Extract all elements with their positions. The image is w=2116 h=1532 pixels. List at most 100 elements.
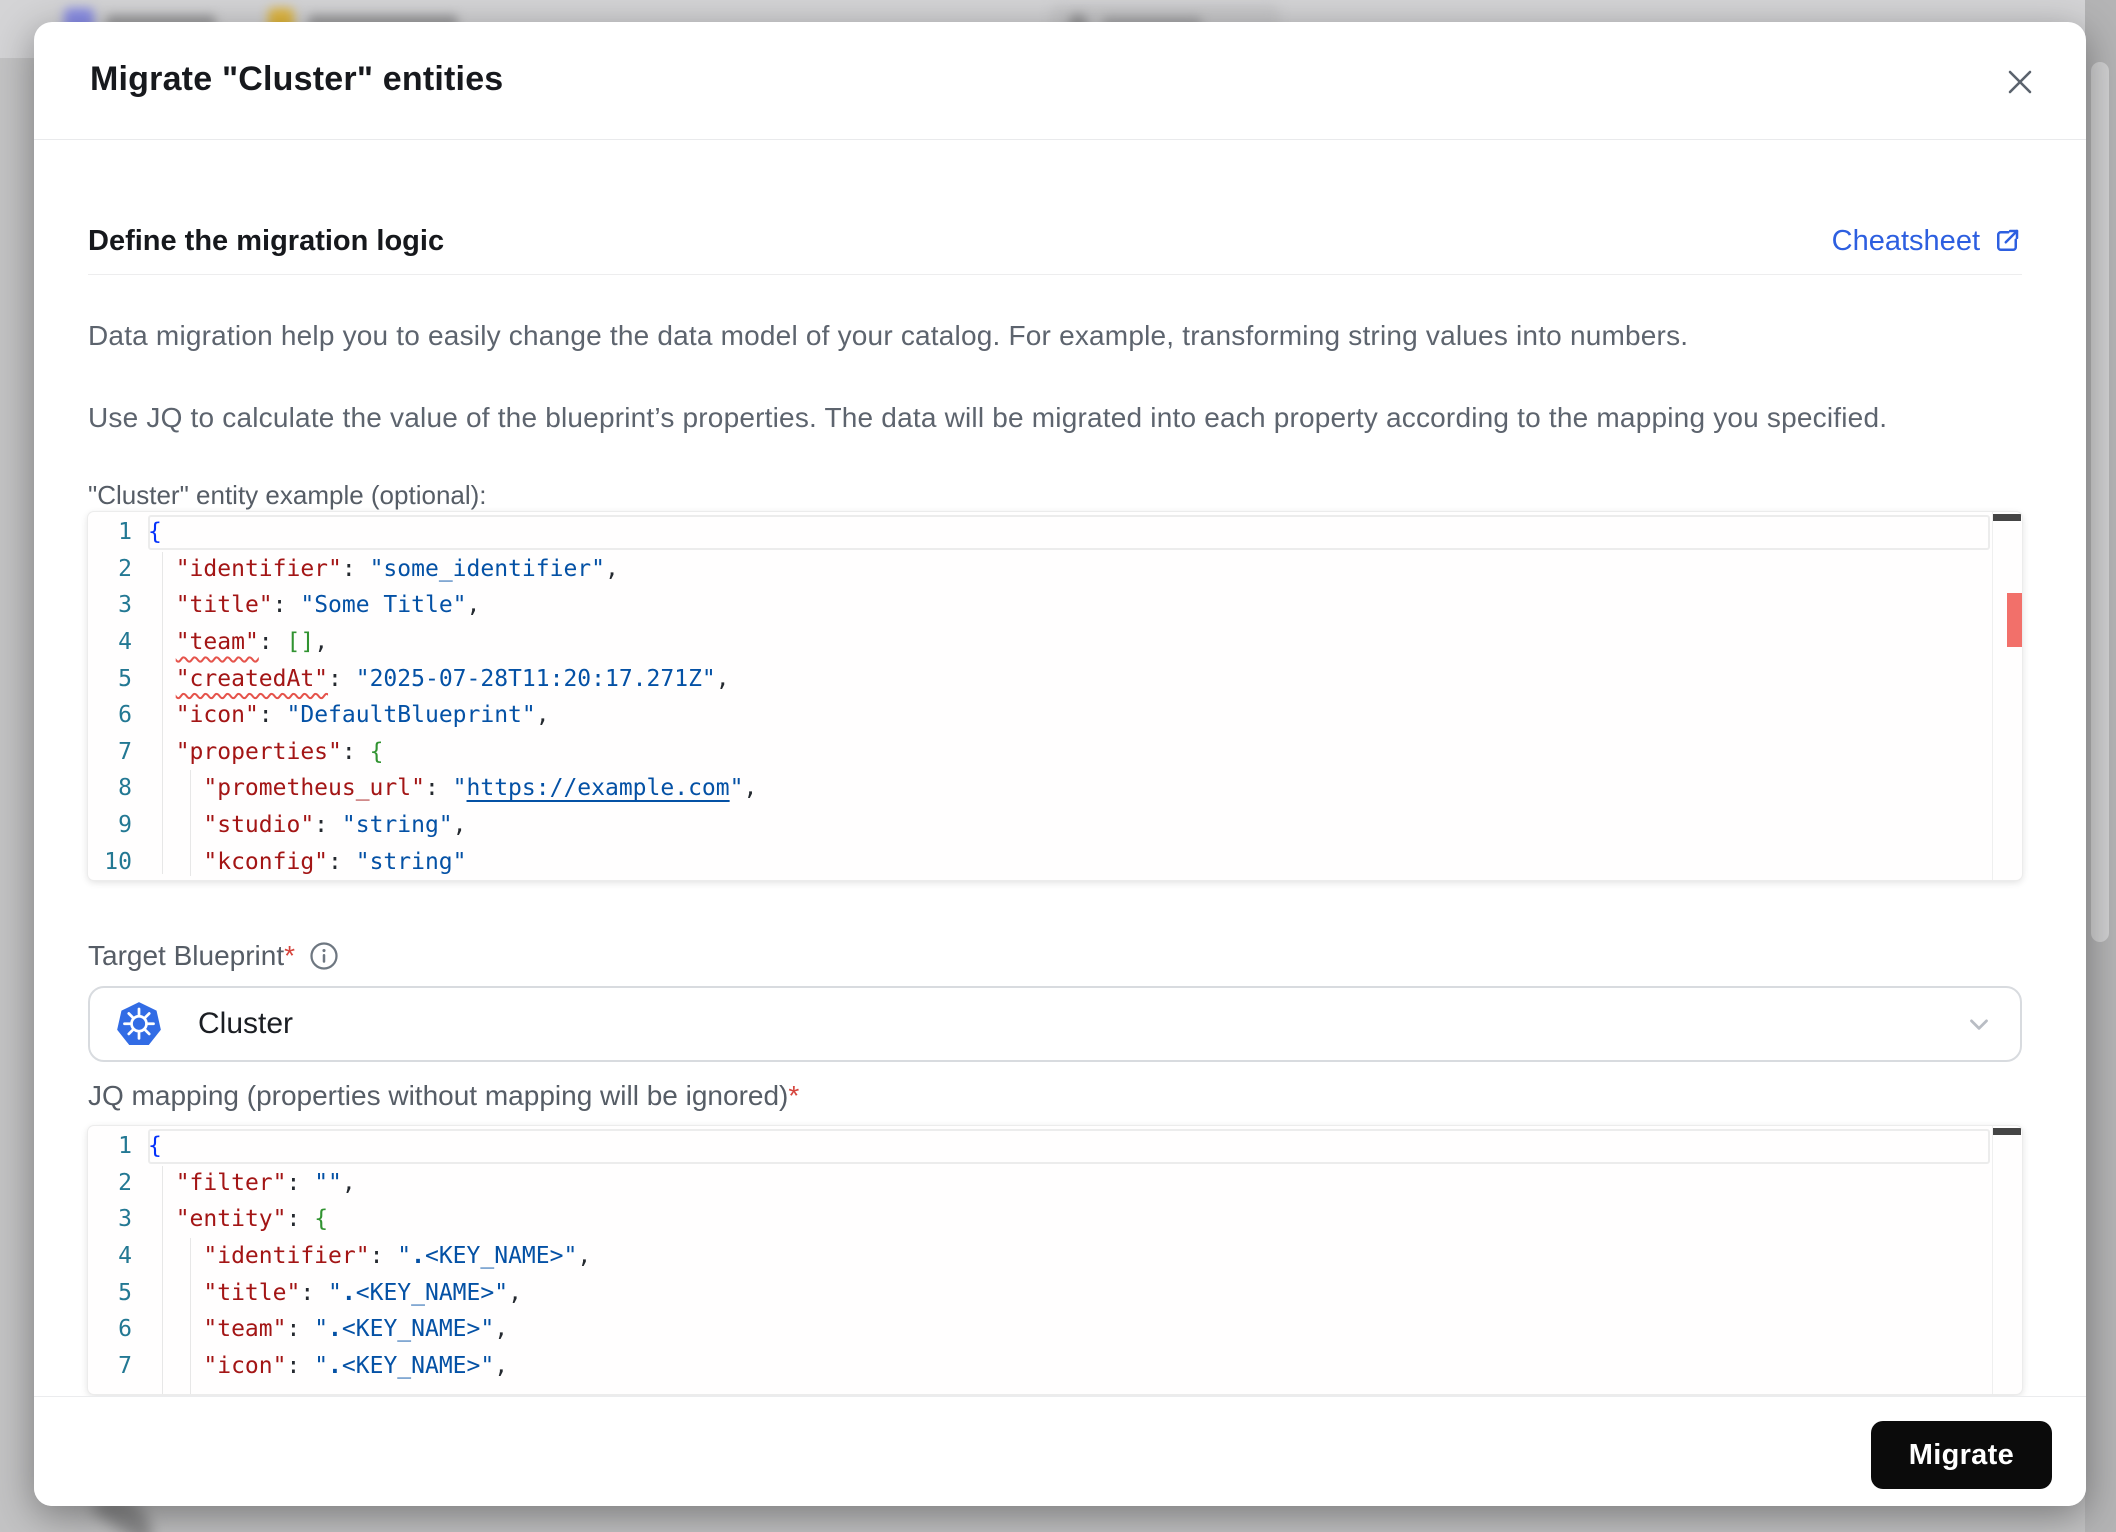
editor-scrollbar-thumb[interactable]	[1993, 1128, 2021, 1135]
line-number: 6	[118, 1316, 132, 1343]
close-button[interactable]	[2000, 62, 2040, 102]
line-number: 3	[118, 1206, 132, 1233]
code-token: .	[328, 1316, 342, 1343]
code-token: "	[314, 1316, 329, 1343]
line-number: 9	[118, 812, 132, 839]
line-number: 2	[118, 1169, 132, 1196]
header-divider	[34, 139, 2086, 140]
required-asterisk: *	[788, 1080, 800, 1111]
code-text: {	[148, 1133, 1992, 1159]
code-text: "icon": ".<KEY_NAME>",	[148, 1353, 1992, 1379]
indent-guide	[190, 770, 191, 876]
jq-mapping-label-text: JQ mapping (properties without mapping w…	[88, 1080, 789, 1111]
line-number: 6	[118, 702, 132, 729]
target-blueprint-select[interactable]: Cluster	[88, 986, 2022, 1062]
code-text: "identifier": ".<KEY_NAME>",	[148, 1243, 1992, 1269]
code-token: "identifier"	[175, 555, 342, 582]
code-token: ,	[535, 702, 550, 729]
code-line: 7 "properties": {	[88, 734, 1992, 771]
code-token: "string"	[355, 848, 467, 875]
migrate-button[interactable]: Migrate	[1870, 1421, 2052, 1489]
line-number: 2	[118, 555, 132, 582]
code-token: {	[148, 1133, 162, 1160]
line-number: 5	[118, 665, 132, 692]
code-token: :	[328, 848, 356, 875]
code-token: "title"	[175, 592, 273, 619]
code-line: 5 "createdAt": "2025-07-28T11:20:17.271Z…	[88, 660, 1992, 697]
line-number: 4	[118, 629, 132, 656]
code-token: :	[272, 592, 301, 619]
code-text: "createdAt": "2025-07-28T11:20:17.271Z",	[148, 666, 1992, 692]
code-token: :	[300, 1279, 329, 1306]
code-token: ,	[494, 1352, 509, 1379]
overview-ruler-divider	[1992, 1126, 1993, 1394]
code-token: "	[729, 775, 744, 802]
line-number: 1	[118, 1133, 132, 1160]
code-token: :	[424, 775, 453, 802]
chevron-down-icon	[1970, 1019, 1988, 1030]
code-text: "kconfig": "string"	[148, 849, 1992, 875]
jq-mapping-editor[interactable]: 1{2 "filter": "", 3 "entity": {4 "identif…	[88, 1126, 2022, 1394]
code-token: {	[148, 519, 162, 546]
code-token: "studio"	[203, 812, 315, 839]
code-text: "icon": "DefaultBlueprint",	[148, 702, 1992, 728]
code-token: "	[328, 1279, 342, 1306]
code-token: "entity"	[175, 1206, 287, 1233]
code-token: "createdAt"	[175, 665, 329, 692]
code-line: 6 "icon": "DefaultBlueprint",	[88, 697, 1992, 734]
code-line: 1{	[88, 514, 1992, 551]
code-token: :	[286, 1169, 315, 1196]
code-token: ,	[314, 629, 329, 656]
line-number: 10	[104, 848, 132, 875]
page-scrollbar-thumb[interactable]	[2091, 62, 2109, 942]
target-blueprint-value: Cluster	[198, 1007, 294, 1040]
editor-scrollbar-thumb[interactable]	[1993, 514, 2021, 521]
indent-guide	[162, 552, 163, 874]
code-line: 4 "identifier": ".<KEY_NAME>",	[88, 1238, 1992, 1275]
section-heading: Define the migration logic	[88, 224, 445, 257]
code-token: "icon"	[175, 702, 259, 729]
code-line: 6 "team": ".<KEY_NAME>",	[88, 1311, 1992, 1348]
cheatsheet-link[interactable]: Cheatsheet	[1832, 225, 2022, 258]
close-icon	[2008, 70, 2032, 94]
code-token: :	[258, 629, 287, 656]
code-token: "team"	[203, 1316, 287, 1343]
target-blueprint-label: Target Blueprint*	[88, 940, 339, 972]
code-token: "	[452, 775, 467, 802]
code-line: 2 "identifier": "some_identifier",	[88, 551, 1992, 588]
code-token: "icon"	[203, 1352, 287, 1379]
cheatsheet-label: Cheatsheet	[1831, 224, 1980, 257]
line-number: 7	[118, 1352, 132, 1379]
info-icon[interactable]	[309, 941, 339, 971]
code-token: .	[411, 1243, 425, 1270]
dialog-footer: Migrate	[34, 1396, 2086, 1506]
code-token: ,	[604, 555, 619, 582]
code-token: ,	[508, 1279, 522, 1306]
code-token: <KEY_NAME>"	[341, 1316, 495, 1343]
overview-ruler-divider	[1992, 512, 1993, 880]
code-line: 3 "entity": {	[88, 1201, 1992, 1238]
code-text: "entity": {	[148, 1206, 1992, 1232]
code-line: 10 "kconfig": "string"	[88, 843, 1992, 880]
indent-guide	[190, 1238, 191, 1394]
code-token: :	[314, 812, 342, 839]
code-token: "properties"	[175, 738, 342, 765]
code-token: "kconfig"	[203, 848, 329, 875]
code-text: "team": [],	[148, 629, 1992, 655]
line-number: 4	[118, 1243, 132, 1270]
code-token: <KEY_NAME>"	[424, 1243, 578, 1270]
code-text: "title": ".<KEY_NAME>",	[148, 1280, 1992, 1306]
description-line-2: Use JQ to calculate the value of the blu…	[88, 402, 1888, 433]
code-token: <KEY_NAME>"	[341, 1352, 495, 1379]
code-token: ,	[452, 812, 467, 839]
code-token: {	[369, 738, 384, 765]
code-token: ,	[466, 592, 481, 619]
entity-example-editor[interactable]: 1{2 "identifier": "some_identifier", 3 "t…	[88, 512, 2022, 880]
code-token: {	[314, 1206, 329, 1233]
